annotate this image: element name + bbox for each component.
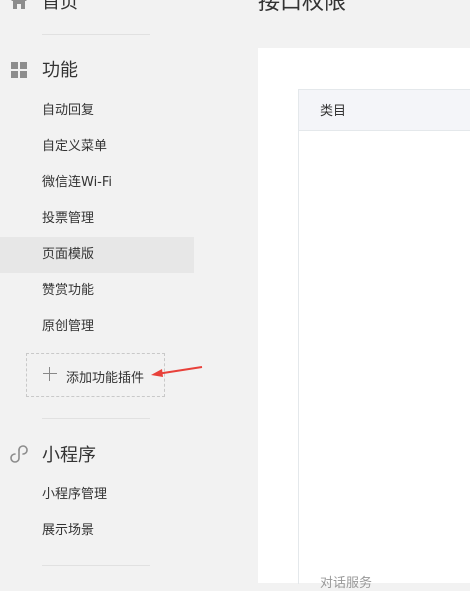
add-plugin-button[interactable]: 添加功能插件 <box>26 353 165 397</box>
divider <box>42 418 150 419</box>
sidebar-section-features-label: 功能 <box>42 60 78 81</box>
sidebar-item-miniprogram-management[interactable]: 小程序管理 <box>0 477 194 513</box>
sidebar-home[interactable]: 首页 <box>10 0 78 14</box>
sidebar-item-label: 页面模版 <box>42 247 95 262</box>
page-title: 接口权限 <box>258 0 347 15</box>
annotation-arrow-icon <box>151 366 203 377</box>
sidebar-item-custom-menu[interactable]: 自定义菜单 <box>0 129 194 165</box>
divider <box>42 34 150 35</box>
sidebar-item-page-templates[interactable]: 页面模版 <box>0 237 194 273</box>
link-icon <box>10 445 28 463</box>
sidebar-item-original-management[interactable]: 原创管理 <box>0 309 194 345</box>
sidebar-item-wifi[interactable]: 微信连Wi-Fi <box>0 165 194 201</box>
plus-icon <box>43 367 57 381</box>
table-header: 类目 <box>299 90 470 131</box>
table-header-category: 类目 <box>320 104 347 119</box>
sidebar-item-auto-reply[interactable]: 自动回复 <box>0 93 194 129</box>
sidebar: 首页 功能 自动回复 自定义菜单 微信连Wi-Fi 投票管理 页面模版 赞赏功能… <box>0 0 203 583</box>
sidebar-item-display-scenes[interactable]: 展示场景 <box>0 513 194 549</box>
sidebar-home-label: 首页 <box>42 0 78 13</box>
sidebar-item-label: 展示场景 <box>42 523 95 538</box>
sidebar-section-features: 功能 <box>10 56 78 82</box>
add-plugin-label: 添加功能插件 <box>66 371 145 386</box>
sidebar-item-label: 原创管理 <box>42 319 95 334</box>
permissions-table: 类目 对话服务 <box>298 89 470 591</box>
sidebar-item-label: 自定义菜单 <box>42 139 108 154</box>
home-icon <box>10 0 28 10</box>
table-row: 对话服务 <box>320 576 373 591</box>
divider <box>42 565 150 566</box>
sidebar-item-label: 微信连Wi-Fi <box>42 175 113 190</box>
sidebar-item-label: 赞赏功能 <box>42 283 95 298</box>
sidebar-item-label: 自动回复 <box>42 103 95 118</box>
sidebar-item-label: 投票管理 <box>42 211 95 226</box>
grid-icon <box>10 60 28 78</box>
sidebar-item-reward[interactable]: 赞赏功能 <box>0 273 194 309</box>
sidebar-item-vote-management[interactable]: 投票管理 <box>0 201 194 237</box>
sidebar-section-miniprogram-label: 小程序 <box>42 445 96 466</box>
sidebar-item-label: 小程序管理 <box>42 487 108 502</box>
content-card: 类目 对话服务 <box>258 48 470 591</box>
sidebar-section-miniprogram: 小程序 <box>10 441 96 467</box>
